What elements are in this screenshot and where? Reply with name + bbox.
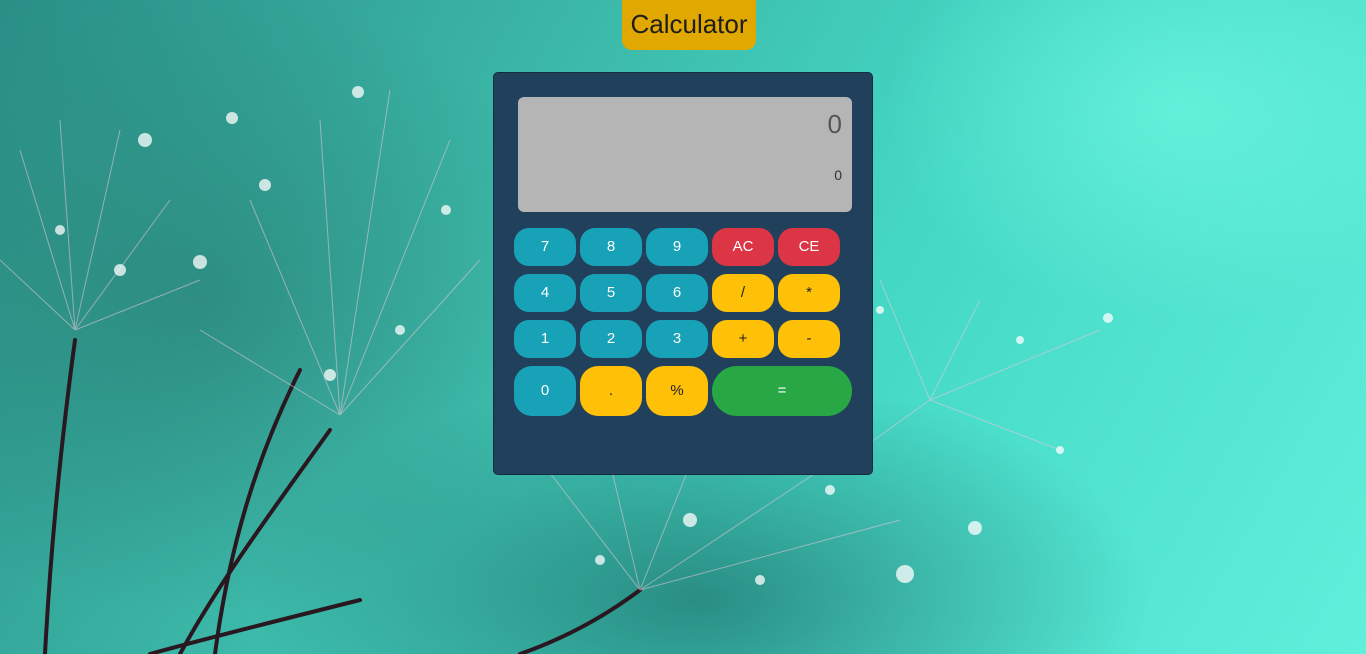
calculator-panel: 0 0 7 8 9 AC CE 4 5 6 / * 1 2 3 + - 0 . …	[493, 72, 873, 475]
key-7-button[interactable]: 7	[514, 228, 576, 266]
subtract-button[interactable]: -	[778, 320, 840, 358]
key-4-button[interactable]: 4	[514, 274, 576, 312]
add-button[interactable]: +	[712, 320, 774, 358]
divide-button[interactable]: /	[712, 274, 774, 312]
page-title: Calculator	[622, 0, 756, 50]
equals-button[interactable]: =	[712, 366, 852, 416]
all-clear-button[interactable]: AC	[712, 228, 774, 266]
page: Calculator 0 0 7 8 9 AC CE 4 5 6 / * 1 2…	[0, 0, 1366, 654]
key-9-button[interactable]: 9	[646, 228, 708, 266]
key-3-button[interactable]: 3	[646, 320, 708, 358]
key-1-button[interactable]: 1	[514, 320, 576, 358]
decimal-point-button[interactable]: .	[580, 366, 642, 416]
display-main-value: 0	[827, 109, 842, 139]
calculator-display: 0 0	[518, 97, 852, 212]
percent-button[interactable]: %	[646, 366, 708, 416]
key-0-button[interactable]: 0	[514, 366, 576, 416]
key-8-button[interactable]: 8	[580, 228, 642, 266]
key-5-button[interactable]: 5	[580, 274, 642, 312]
multiply-button[interactable]: *	[778, 274, 840, 312]
key-2-button[interactable]: 2	[580, 320, 642, 358]
display-sub-value: 0	[834, 167, 842, 183]
clear-entry-button[interactable]: CE	[778, 228, 840, 266]
key-6-button[interactable]: 6	[646, 274, 708, 312]
